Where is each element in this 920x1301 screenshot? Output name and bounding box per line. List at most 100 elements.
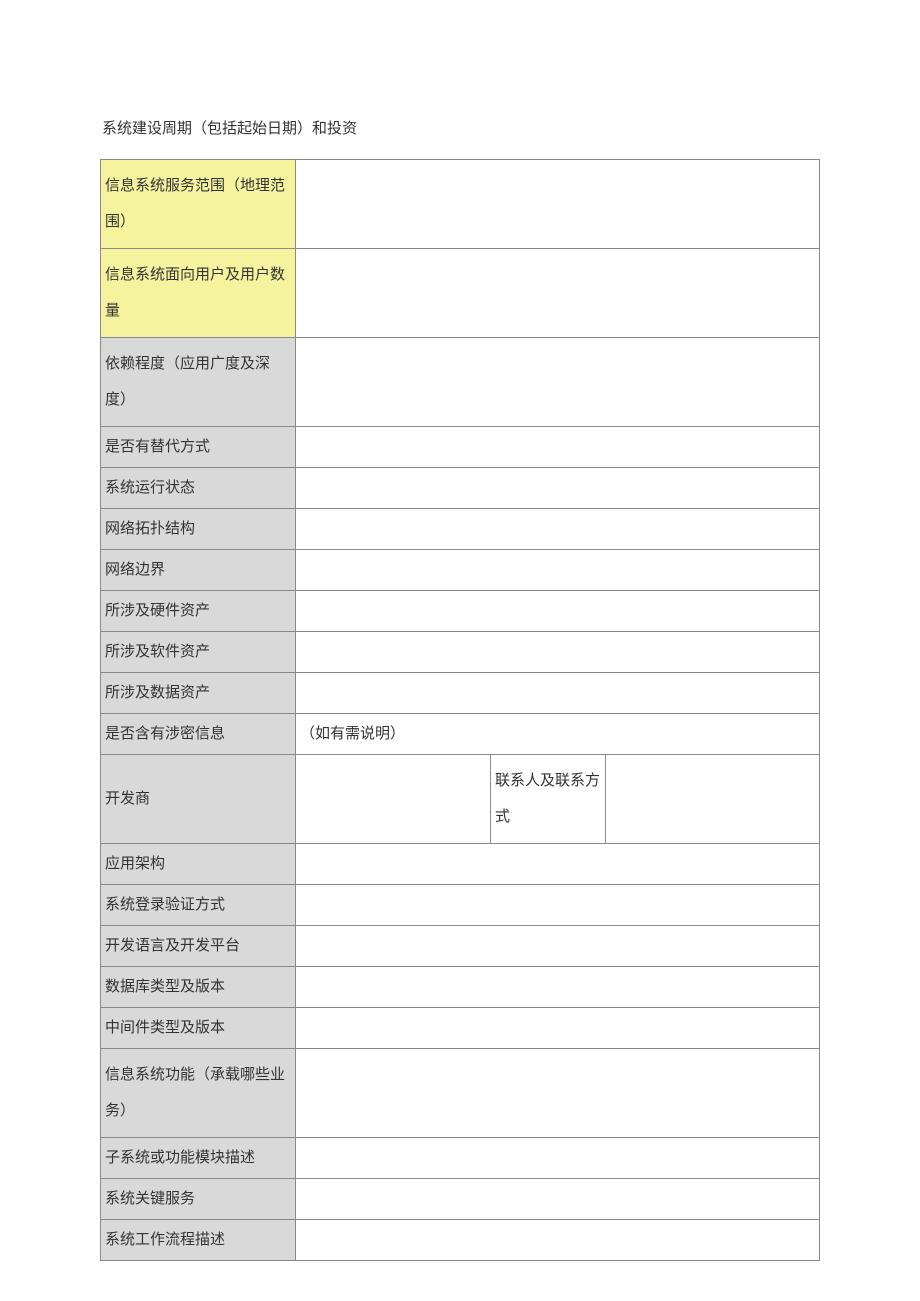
row-value-cell xyxy=(296,1179,820,1220)
row-value-cell xyxy=(296,249,820,338)
row-value xyxy=(296,374,819,390)
row-value-cell xyxy=(296,673,820,714)
row-label: 所涉及数据资产 xyxy=(101,673,295,713)
row-label-cell: 中间件类型及版本 xyxy=(101,1008,296,1049)
row-label-cell: 网络拓扑结构 xyxy=(101,509,296,550)
row-label: 应用架构 xyxy=(101,844,295,884)
table-row: 数据库类型及版本 xyxy=(101,967,820,1008)
developer-value xyxy=(296,791,490,807)
row-value-cell: （如有需说明） xyxy=(296,714,820,755)
row-label-cell: 信息系统功能（承载哪些业务） xyxy=(101,1049,296,1138)
row-label: 系统工作流程描述 xyxy=(101,1220,295,1260)
table-row: 系统关键服务 xyxy=(101,1179,820,1220)
row-label: 网络边界 xyxy=(101,550,295,590)
form-table: 信息系统服务范围（地理范围）信息系统面向用户及用户数量依赖程度（应用广度及深度）… xyxy=(100,159,820,1261)
row-label-cell: 网络边界 xyxy=(101,550,296,591)
row-value-cell xyxy=(296,338,820,427)
table-row: 系统登录验证方式 xyxy=(101,885,820,926)
row-value-cell xyxy=(296,468,820,509)
table-row: 系统运行状态 xyxy=(101,468,820,509)
row-label: 依赖程度（应用广度及深度） xyxy=(101,338,295,426)
row-value xyxy=(296,429,819,465)
row-value xyxy=(296,1010,819,1046)
row-label-cell: 依赖程度（应用广度及深度） xyxy=(101,338,296,427)
row-value-cell xyxy=(296,1008,820,1049)
row-label: 子系统或功能模块描述 xyxy=(101,1138,295,1178)
row-value xyxy=(296,634,819,670)
developer-contact-value-cell xyxy=(606,755,820,844)
table-row: 信息系统面向用户及用户数量 xyxy=(101,249,820,338)
row-value-cell xyxy=(296,1220,820,1261)
row-label: 网络拓扑结构 xyxy=(101,509,295,549)
table-row: 是否含有涉密信息（如有需说明） xyxy=(101,714,820,755)
row-value xyxy=(296,285,819,301)
row-value xyxy=(296,470,819,506)
row-label: 中间件类型及版本 xyxy=(101,1008,295,1048)
row-value xyxy=(296,552,819,588)
row-label-cell: 所涉及数据资产 xyxy=(101,673,296,714)
row-label-cell: 系统关键服务 xyxy=(101,1179,296,1220)
row-value xyxy=(296,1181,819,1217)
row-value-cell xyxy=(296,632,820,673)
row-label: 信息系统服务范围（地理范围） xyxy=(101,160,295,248)
row-label: 数据库类型及版本 xyxy=(101,967,295,1007)
row-label-cell: 信息系统面向用户及用户数量 xyxy=(101,249,296,338)
row-value xyxy=(296,1085,819,1101)
row-value-cell xyxy=(296,844,820,885)
row-label-cell: 子系统或功能模块描述 xyxy=(101,1138,296,1179)
row-label: 系统登录验证方式 xyxy=(101,885,295,925)
row-value xyxy=(296,1222,819,1258)
developer-row: 开发商 联系人及联系方式 xyxy=(101,755,820,844)
row-label: 信息系统功能（承载哪些业务） xyxy=(101,1049,295,1137)
table-row: 信息系统服务范围（地理范围） xyxy=(101,160,820,249)
row-value xyxy=(296,928,819,964)
row-label: 所涉及软件资产 xyxy=(101,632,295,672)
row-value-cell xyxy=(296,967,820,1008)
row-label-cell: 系统工作流程描述 xyxy=(101,1220,296,1261)
row-label-cell: 数据库类型及版本 xyxy=(101,967,296,1008)
lead-text: 系统建设周期（包括起始日期）和投资 xyxy=(102,110,820,149)
row-label-cell: 所涉及软件资产 xyxy=(101,632,296,673)
row-value xyxy=(296,887,819,923)
row-label: 是否有替代方式 xyxy=(101,427,295,467)
row-label-cell: 系统登录验证方式 xyxy=(101,885,296,926)
row-value-cell xyxy=(296,427,820,468)
table-row: 所涉及数据资产 xyxy=(101,673,820,714)
row-value-cell xyxy=(296,1138,820,1179)
row-value: （如有需说明） xyxy=(296,714,819,754)
developer-label: 开发商 xyxy=(101,773,295,825)
row-value xyxy=(296,1140,819,1176)
table-row: 应用架构 xyxy=(101,844,820,885)
row-label-cell: 系统运行状态 xyxy=(101,468,296,509)
row-value-cell xyxy=(296,550,820,591)
table-row: 网络边界 xyxy=(101,550,820,591)
table-row: 子系统或功能模块描述 xyxy=(101,1138,820,1179)
row-value xyxy=(296,969,819,1005)
row-value xyxy=(296,675,819,711)
row-value-cell xyxy=(296,160,820,249)
table-row: 中间件类型及版本 xyxy=(101,1008,820,1049)
row-label: 是否含有涉密信息 xyxy=(101,714,295,754)
row-value-cell xyxy=(296,885,820,926)
row-label-cell: 是否含有涉密信息 xyxy=(101,714,296,755)
row-value xyxy=(296,846,819,882)
developer-contact-label-cell: 联系人及联系方式 xyxy=(491,755,606,844)
row-label: 开发语言及开发平台 xyxy=(101,926,295,966)
row-label-cell: 开发语言及开发平台 xyxy=(101,926,296,967)
developer-contact-label: 联系人及联系方式 xyxy=(491,755,605,843)
row-label: 所涉及硬件资产 xyxy=(101,591,295,631)
table-row: 开发语言及开发平台 xyxy=(101,926,820,967)
row-value xyxy=(296,511,819,547)
row-label-cell: 所涉及硬件资产 xyxy=(101,591,296,632)
table-row: 依赖程度（应用广度及深度） xyxy=(101,338,820,427)
table-row: 信息系统功能（承载哪些业务） xyxy=(101,1049,820,1138)
row-value-cell xyxy=(296,1049,820,1138)
table-row: 是否有替代方式 xyxy=(101,427,820,468)
developer-value-cell xyxy=(296,755,491,844)
row-value-cell xyxy=(296,591,820,632)
table-row: 系统工作流程描述 xyxy=(101,1220,820,1261)
document-page: 系统建设周期（包括起始日期）和投资 信息系统服务范围（地理范围）信息系统面向用户… xyxy=(0,0,920,1301)
row-value-cell xyxy=(296,926,820,967)
table-row: 所涉及软件资产 xyxy=(101,632,820,673)
table-row: 所涉及硬件资产 xyxy=(101,591,820,632)
